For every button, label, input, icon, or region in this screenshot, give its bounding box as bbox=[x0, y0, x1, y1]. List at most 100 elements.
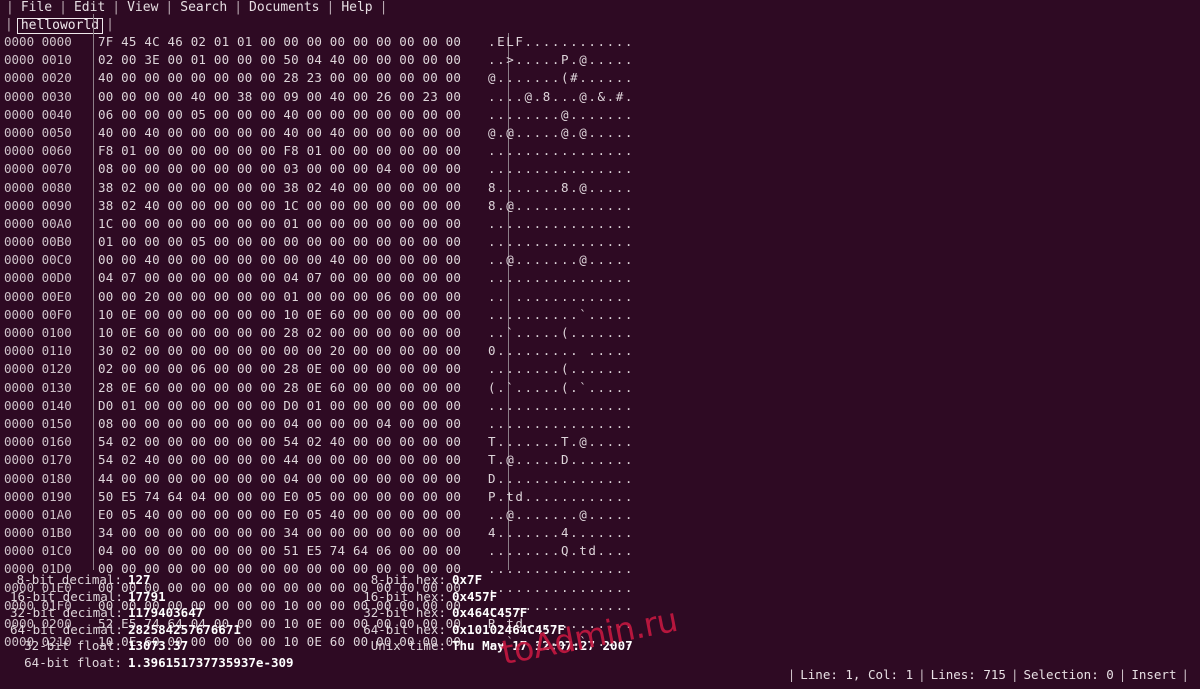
hex-row-bytes[interactable]: 00 00 20 00 00 00 00 00 01 00 00 00 06 0… bbox=[98, 288, 480, 306]
hex-row[interactable]: 0000 0040 06 00 00 00 05 00 00 00 40 00 0… bbox=[0, 106, 1200, 124]
hex-row[interactable]: 0000 00B0 01 00 00 00 05 00 00 00 00 00 0… bbox=[0, 233, 1200, 251]
hex-row-ascii[interactable]: ................ bbox=[480, 142, 634, 160]
hex-row[interactable]: 0000 01B0 34 00 00 00 00 00 00 00 34 00 0… bbox=[0, 524, 1200, 542]
hex-row-ascii[interactable]: @.@.....@.@..... bbox=[480, 124, 634, 142]
hex-row-ascii[interactable]: .ELF............ bbox=[480, 33, 634, 51]
hex-row-bytes[interactable]: 08 00 00 00 00 00 00 00 03 00 00 00 04 0… bbox=[98, 160, 480, 178]
tab-bar: | helloworld | bbox=[0, 16, 1200, 34]
hex-row-bytes[interactable]: 54 02 00 00 00 00 00 00 54 02 40 00 00 0… bbox=[98, 433, 480, 451]
hex-row-bytes[interactable]: 7F 45 4C 46 02 01 01 00 00 00 00 00 00 0… bbox=[98, 33, 480, 51]
hex-row-bytes[interactable]: 02 00 3E 00 01 00 00 00 50 04 40 00 00 0… bbox=[98, 51, 480, 69]
hex-row[interactable]: 0000 0080 38 02 00 00 00 00 00 00 38 02 4… bbox=[0, 179, 1200, 197]
hex-row-bytes[interactable]: 40 00 40 00 00 00 00 00 40 00 40 00 00 0… bbox=[98, 124, 480, 142]
hex-row-ascii[interactable]: ..........`..... bbox=[480, 306, 634, 324]
hex-row-bytes[interactable]: 54 02 40 00 00 00 00 00 44 00 00 00 00 0… bbox=[98, 451, 480, 469]
hex-row[interactable]: 0000 00D0 04 07 00 00 00 00 00 00 04 07 0… bbox=[0, 269, 1200, 287]
hex-row-bytes[interactable]: 04 07 00 00 00 00 00 00 04 07 00 00 00 0… bbox=[98, 269, 480, 287]
hex-row-ascii[interactable]: ..`.....(....... bbox=[480, 324, 634, 342]
hex-row[interactable]: 0000 0180 44 00 00 00 00 00 00 00 04 00 0… bbox=[0, 470, 1200, 488]
hex-row-address: 0000 00F0 bbox=[4, 306, 72, 322]
hex-row[interactable]: 0000 0100 10 0E 60 00 00 00 00 00 28 02 0… bbox=[0, 324, 1200, 342]
hex-row-ascii[interactable]: ................ bbox=[480, 233, 634, 251]
hex-row-ascii[interactable]: 8.......8.@..... bbox=[480, 179, 634, 197]
hex-row[interactable]: 0000 00C0 00 00 40 00 00 00 00 00 00 00 4… bbox=[0, 251, 1200, 269]
hex-row-bytes[interactable]: F8 01 00 00 00 00 00 00 F8 01 00 00 00 0… bbox=[98, 142, 480, 160]
hex-row-bytes[interactable]: 00 00 40 00 00 00 00 00 00 00 40 00 00 0… bbox=[98, 251, 480, 269]
hex-row-bytes[interactable]: 10 0E 60 00 00 00 00 00 28 02 00 00 00 0… bbox=[98, 324, 480, 342]
hex-row[interactable]: 0000 0020 40 00 00 00 00 00 00 00 28 23 0… bbox=[0, 69, 1200, 87]
hex-row-ascii[interactable]: 0......... ..... bbox=[480, 342, 634, 360]
menu-separator-6: | bbox=[379, 0, 388, 15]
menu-item-view[interactable]: View bbox=[124, 0, 161, 15]
hex-row[interactable]: 0000 0160 54 02 00 00 00 00 00 00 54 02 4… bbox=[0, 433, 1200, 451]
hex-row[interactable]: 0000 01C0 04 00 00 00 00 00 00 00 51 E5 7… bbox=[0, 542, 1200, 560]
hex-row-ascii[interactable]: P.td............ bbox=[480, 488, 634, 506]
hex-row-bytes[interactable]: 06 00 00 00 05 00 00 00 40 00 00 00 00 0… bbox=[98, 106, 480, 124]
hex-row[interactable]: 0000 0150 08 00 00 00 00 00 00 00 04 00 0… bbox=[0, 415, 1200, 433]
hex-row-ascii[interactable]: ..>.....P.@..... bbox=[480, 51, 634, 69]
inspector-decimal-row: 64-bit decimal: 282584257676671 bbox=[10, 622, 340, 639]
hex-row-bytes[interactable]: 44 00 00 00 00 00 00 00 04 00 00 00 00 0… bbox=[98, 470, 480, 488]
hex-row[interactable]: 0000 0050 40 00 40 00 00 00 00 00 40 00 4… bbox=[0, 124, 1200, 142]
hex-row[interactable]: 0000 0030 00 00 00 00 40 00 38 00 09 00 4… bbox=[0, 88, 1200, 106]
hex-row[interactable]: 0000 0170 54 02 40 00 00 00 00 00 44 00 0… bbox=[0, 451, 1200, 469]
tab-helloworld[interactable]: helloworld bbox=[16, 18, 104, 34]
hex-row-ascii[interactable]: (.`.....(.`..... bbox=[480, 379, 634, 397]
menu-item-file[interactable]: File bbox=[18, 0, 55, 15]
hex-row-ascii[interactable]: 8.@............. bbox=[480, 197, 634, 215]
hex-row-bytes[interactable]: 01 00 00 00 05 00 00 00 00 00 00 00 00 0… bbox=[98, 233, 480, 251]
hex-row[interactable]: 0000 00F0 10 0E 00 00 00 00 00 00 10 0E 6… bbox=[0, 306, 1200, 324]
hex-row[interactable]: 0000 0110 30 02 00 00 00 00 00 00 00 00 2… bbox=[0, 342, 1200, 360]
hex-row-ascii[interactable]: D............... bbox=[480, 470, 634, 488]
hex-row[interactable]: 0000 0120 02 00 00 00 06 00 00 00 28 0E 0… bbox=[0, 360, 1200, 378]
menu-item-documents[interactable]: Documents bbox=[246, 0, 322, 15]
hex-row-bytes[interactable]: 38 02 40 00 00 00 00 00 1C 00 00 00 00 0… bbox=[98, 197, 480, 215]
hex-row[interactable]: 0000 0060 F8 01 00 00 00 00 00 00 F8 01 0… bbox=[0, 142, 1200, 160]
hex-row-ascii[interactable]: ................ bbox=[480, 269, 634, 287]
hex-row-bytes[interactable]: 34 00 00 00 00 00 00 00 34 00 00 00 00 0… bbox=[98, 524, 480, 542]
hex-row-ascii[interactable]: T.......T.@..... bbox=[480, 433, 634, 451]
hex-row[interactable]: 0000 01A0 E0 05 40 00 00 00 00 00 E0 05 4… bbox=[0, 506, 1200, 524]
hex-row[interactable]: 0000 0140 D0 01 00 00 00 00 00 00 D0 01 0… bbox=[0, 397, 1200, 415]
hex-row-ascii[interactable]: ....@.8...@.&.#. bbox=[480, 88, 634, 106]
hex-row[interactable]: 0000 0190 50 E5 74 64 04 00 00 00 E0 05 0… bbox=[0, 488, 1200, 506]
hex-row-bytes[interactable]: 1C 00 00 00 00 00 00 00 01 00 00 00 00 0… bbox=[98, 215, 480, 233]
hex-row-bytes[interactable]: 40 00 00 00 00 00 00 00 28 23 00 00 00 0… bbox=[98, 69, 480, 87]
hex-row-address: 0000 0130 bbox=[4, 379, 72, 395]
hex-row-bytes[interactable]: 08 00 00 00 00 00 00 00 04 00 00 00 04 0… bbox=[98, 415, 480, 433]
menu-item-help[interactable]: Help bbox=[338, 0, 375, 15]
hex-row[interactable]: 0000 0090 38 02 40 00 00 00 00 00 1C 00 0… bbox=[0, 197, 1200, 215]
hex-row-bytes[interactable]: 50 E5 74 64 04 00 00 00 E0 05 00 00 00 0… bbox=[98, 488, 480, 506]
hex-row-ascii[interactable]: ................ bbox=[480, 160, 634, 178]
hex-row-ascii[interactable]: .. ............. bbox=[480, 288, 634, 306]
hex-row-bytes[interactable]: D0 01 00 00 00 00 00 00 D0 01 00 00 00 0… bbox=[98, 397, 480, 415]
hex-row-ascii[interactable]: ................ bbox=[480, 215, 634, 233]
hex-row-ascii[interactable]: ..@.......@..... bbox=[480, 506, 634, 524]
hex-row-bytes[interactable]: 38 02 00 00 00 00 00 00 38 02 40 00 00 0… bbox=[98, 179, 480, 197]
hex-row-ascii[interactable]: ................ bbox=[480, 397, 634, 415]
hex-row-ascii[interactable]: 4.......4....... bbox=[480, 524, 634, 542]
hex-row-ascii[interactable]: T.@.....D....... bbox=[480, 451, 634, 469]
menu-item-edit[interactable]: Edit bbox=[71, 0, 108, 15]
hex-row[interactable]: 0000 0130 28 0E 60 00 00 00 00 00 28 0E 6… bbox=[0, 379, 1200, 397]
hex-row[interactable]: 0000 00A0 1C 00 00 00 00 00 00 00 01 00 0… bbox=[0, 215, 1200, 233]
hex-row-ascii[interactable]: ........@....... bbox=[480, 106, 634, 124]
hex-row-bytes[interactable]: 28 0E 60 00 00 00 00 00 28 0E 60 00 00 0… bbox=[98, 379, 480, 397]
hex-row-ascii[interactable]: ........Q.td.... bbox=[480, 542, 634, 560]
hex-row-bytes[interactable]: 02 00 00 00 06 00 00 00 28 0E 00 00 00 0… bbox=[98, 360, 480, 378]
hex-row[interactable]: 0000 00E0 00 00 20 00 00 00 00 00 01 00 0… bbox=[0, 288, 1200, 306]
hex-row-ascii[interactable]: ..@.......@..... bbox=[480, 251, 634, 269]
hex-row-bytes[interactable]: 04 00 00 00 00 00 00 00 51 E5 74 64 06 0… bbox=[98, 542, 480, 560]
hex-row-ascii[interactable]: ........(....... bbox=[480, 360, 634, 378]
hex-row[interactable]: 0000 0010 02 00 3E 00 01 00 00 00 50 04 4… bbox=[0, 51, 1200, 69]
hex-row-bytes[interactable]: 10 0E 00 00 00 00 00 00 10 0E 60 00 00 0… bbox=[98, 306, 480, 324]
hex-row[interactable]: 0000 0070 08 00 00 00 00 00 00 00 03 00 0… bbox=[0, 160, 1200, 178]
hex-dump-area[interactable]: 0000 0000 7F 45 4C 46 02 01 01 00 00 00 0… bbox=[0, 33, 1200, 649]
hex-row-bytes[interactable]: E0 05 40 00 00 00 00 00 E0 05 40 00 00 0… bbox=[98, 506, 480, 524]
hex-row-ascii[interactable]: @.......(#...... bbox=[480, 69, 634, 87]
hex-row-bytes[interactable]: 30 02 00 00 00 00 00 00 00 00 20 00 00 0… bbox=[98, 342, 480, 360]
menu-item-search[interactable]: Search bbox=[177, 0, 230, 15]
hex-row-bytes[interactable]: 00 00 00 00 40 00 38 00 09 00 40 00 26 0… bbox=[98, 88, 480, 106]
hex-row[interactable]: 0000 0000 7F 45 4C 46 02 01 01 00 00 00 0… bbox=[0, 33, 1200, 51]
hex-row-ascii[interactable]: ................ bbox=[480, 415, 634, 433]
